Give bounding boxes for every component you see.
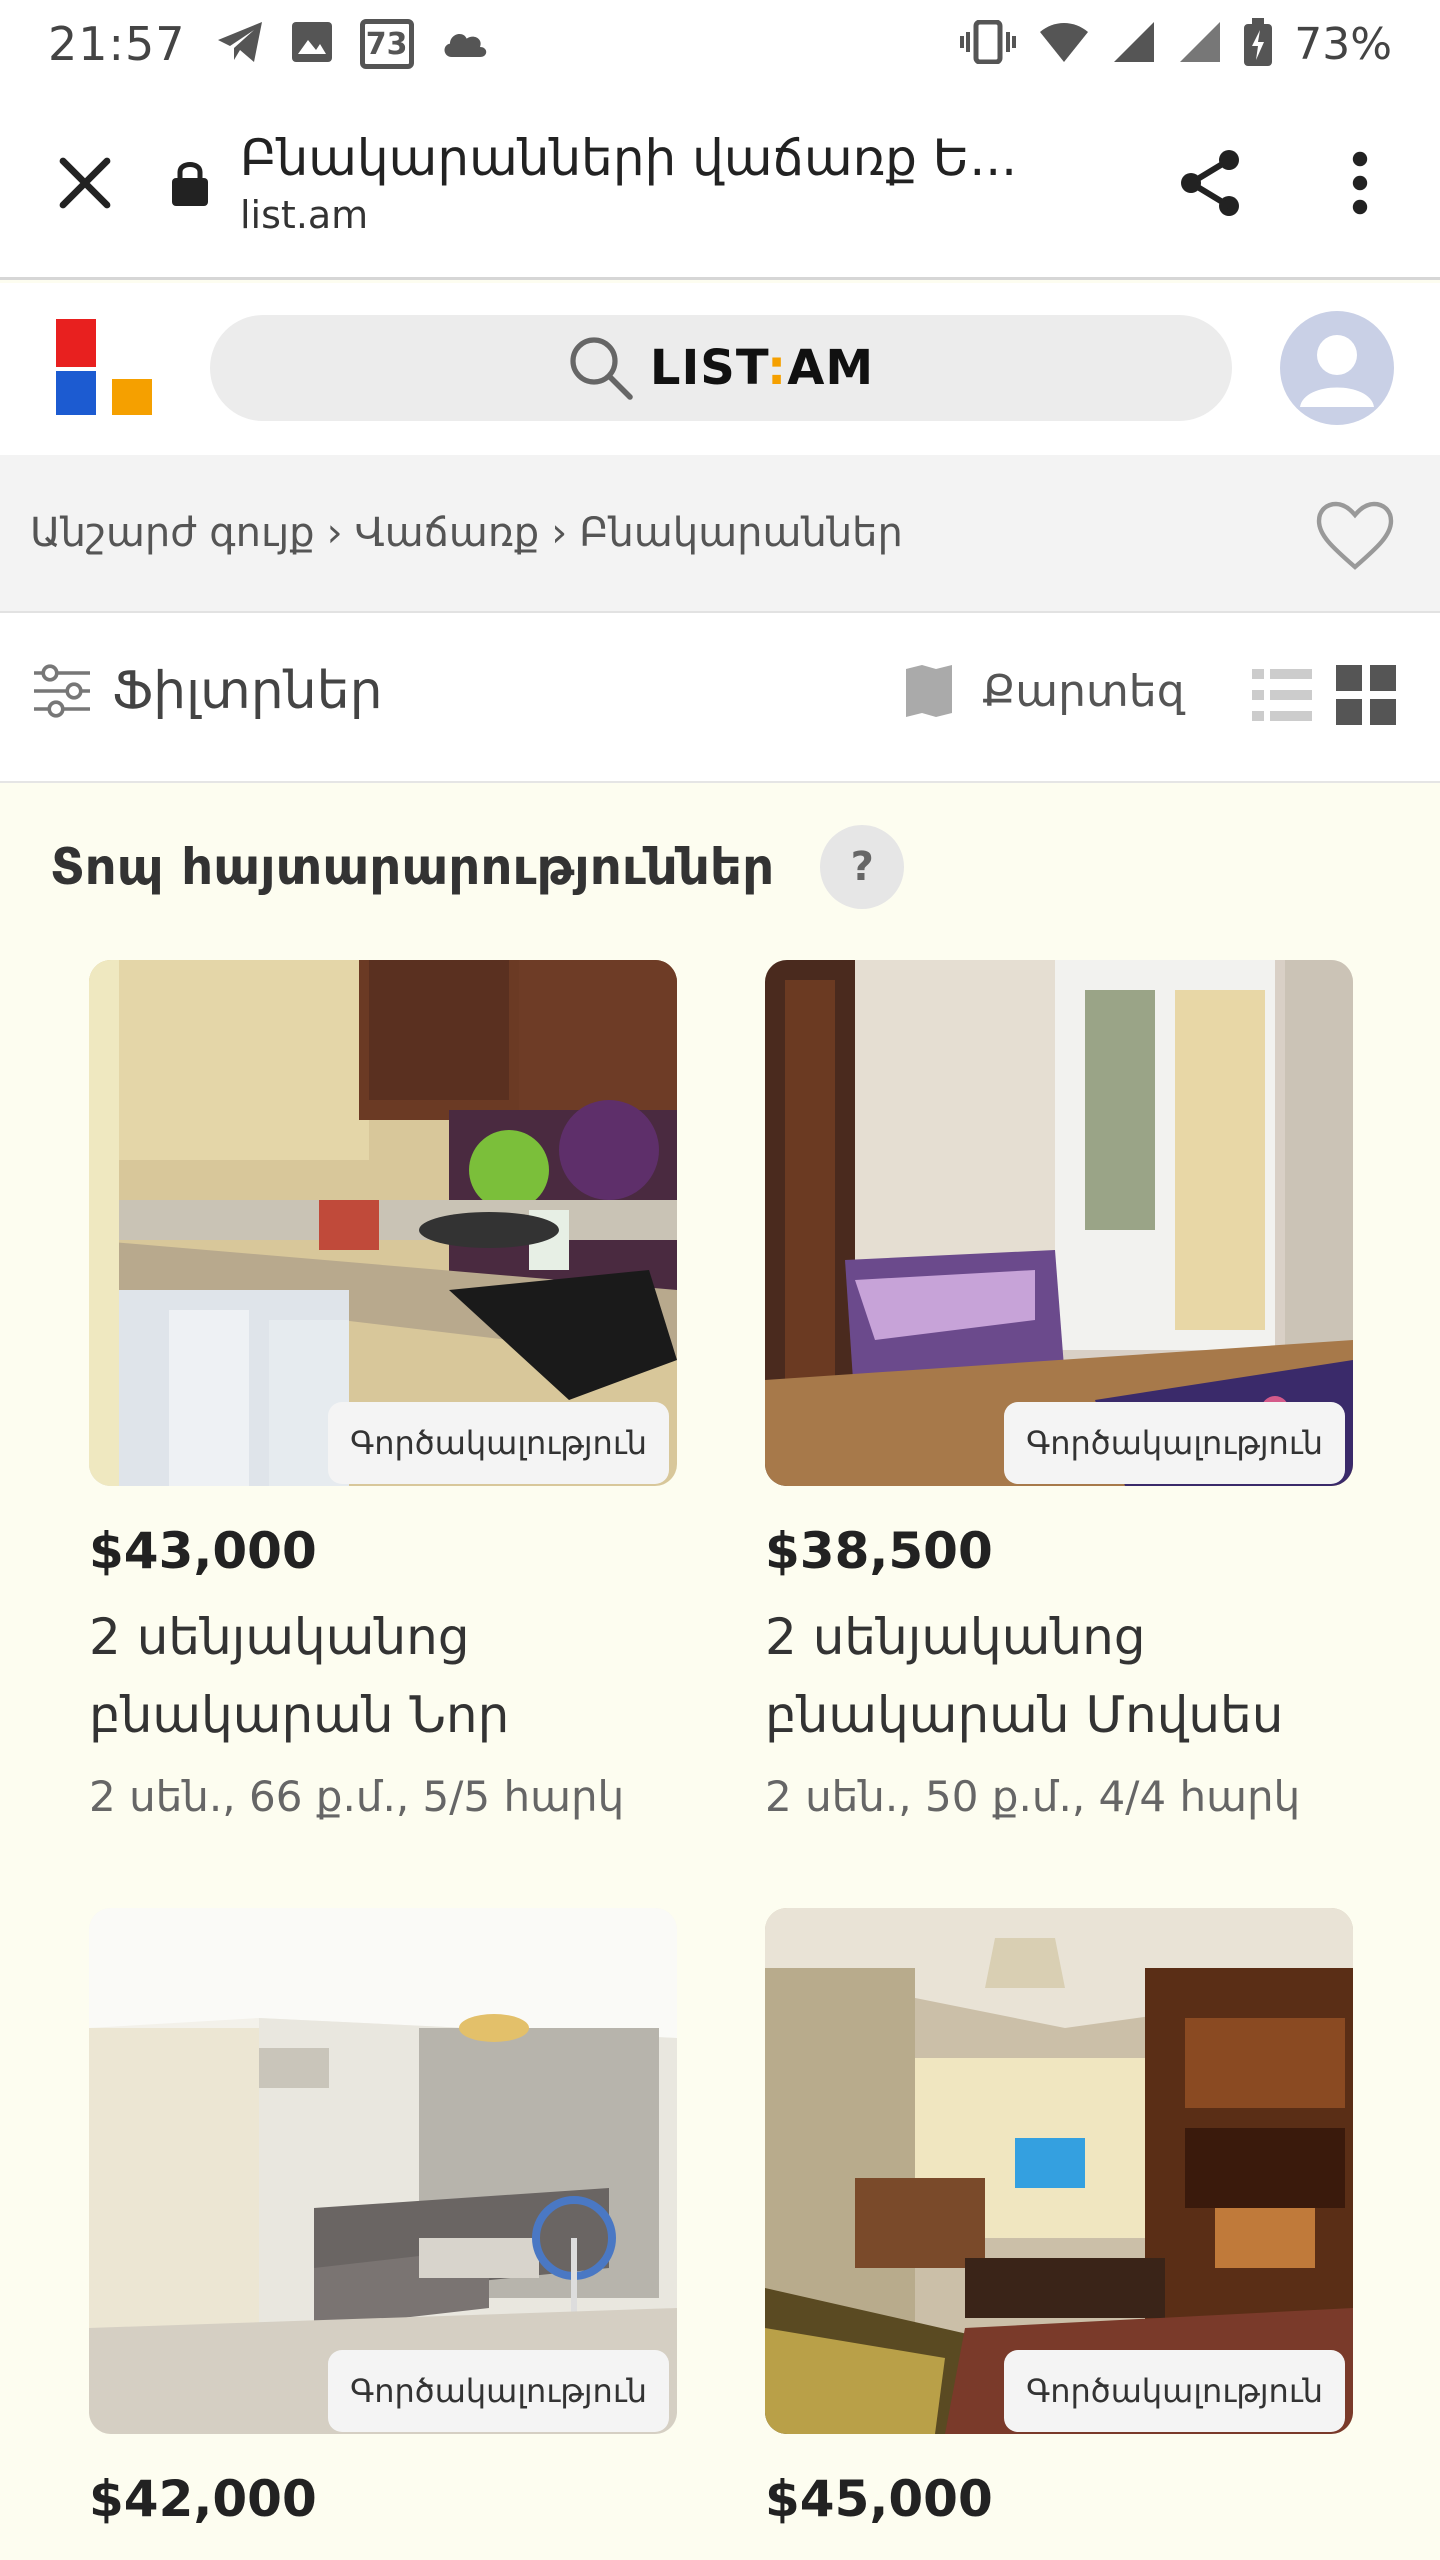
signal-icon xyxy=(1178,20,1222,68)
listing-photo[interactable]: Գործակալություն xyxy=(89,1908,677,2434)
browser-toolbar: Բնակարանների վաճառք Ե... list.am xyxy=(0,88,1440,280)
heart-icon xyxy=(1316,501,1394,570)
status-time: 21:57 xyxy=(48,17,186,71)
map-button[interactable]: Քարտեզ xyxy=(902,663,1185,719)
listing-photo[interactable]: Գործակալություն xyxy=(89,960,677,1486)
listing-meta: 2 սեն., 50 ք.մ., 4/4 հարկ xyxy=(765,1772,1301,1821)
search-brand: LIST:AM xyxy=(650,340,874,396)
breadcrumb-bar: Անշարժ գույք › Վաճառք › Բնակարաններ xyxy=(0,455,1440,613)
close-icon xyxy=(59,157,111,208)
top-listings-title: Տոպ հայտարարություններ xyxy=(50,838,775,896)
brand-am: AM xyxy=(787,340,875,396)
user-icon xyxy=(1300,335,1374,407)
agency-badge: Գործակալություն xyxy=(328,1402,669,1484)
brand-list: LIST xyxy=(649,340,767,396)
listing-price: $45,000 xyxy=(765,2470,993,2528)
breadcrumb: Անշարժ գույք › Վաճառք › Բնակարաններ xyxy=(30,510,903,556)
page-title: Բնակարանների վաճառք Ե... xyxy=(240,128,1018,187)
list-view-button[interactable] xyxy=(1252,665,1312,725)
filters-icon xyxy=(34,664,90,718)
breadcrumb-item[interactable]: Բնակարաններ xyxy=(579,510,903,556)
list-view-icon xyxy=(1252,669,1312,721)
lock-icon xyxy=(160,133,220,233)
breadcrumb-separator: › xyxy=(551,510,568,556)
brand-colon: : xyxy=(767,340,788,396)
listing-meta: 2 սեն., 66 ք.մ., 5/5 հարկ xyxy=(89,1772,625,1821)
favorite-button[interactable] xyxy=(1310,491,1400,581)
listing-card[interactable]: Գործակալություն $42,000 xyxy=(89,1908,677,2528)
breadcrumb-separator: › xyxy=(326,510,343,556)
map-label: Քարտեզ xyxy=(982,665,1185,717)
site-header: LIST:AM xyxy=(0,283,1440,455)
agency-badge: Գործակալություն xyxy=(1004,1402,1345,1484)
listing-card[interactable]: Գործակալություն $43,000 2 սենյականոց բնա… xyxy=(89,960,677,1821)
badge-73-icon: 73 xyxy=(359,19,414,69)
listing-price: $38,500 xyxy=(765,1522,993,1580)
breadcrumb-item[interactable]: Անշարժ գույք xyxy=(30,510,315,556)
filters-bar: Ֆիլտրներ Քարտեզ xyxy=(0,613,1440,783)
share-icon xyxy=(1181,150,1239,216)
filters-label: Ֆիլտրներ xyxy=(112,661,383,721)
user-avatar[interactable] xyxy=(1280,311,1394,425)
listing-card[interactable]: Գործակալություն $38,500 2 սենյականոց բնա… xyxy=(765,960,1353,1821)
map-icon xyxy=(906,665,952,717)
more-vert-icon xyxy=(1352,151,1368,215)
status-bar: 21:57 73 73% xyxy=(0,0,1440,88)
grid-view-icon xyxy=(1336,665,1396,725)
listing-price: $43,000 xyxy=(89,1522,317,1580)
close-tab-button[interactable] xyxy=(0,87,170,279)
listing-photo[interactable]: Գործակալություն xyxy=(765,960,1353,1486)
vibrate-icon xyxy=(960,19,1017,68)
url-block[interactable]: Բնակարանների վաճառք Ե... list.am xyxy=(240,129,1060,237)
grid-view-button[interactable] xyxy=(1336,665,1396,725)
cloud-icon xyxy=(440,25,490,63)
top-listings-header: Տոպ հայտարարություններ ? xyxy=(50,825,905,909)
list-am-logo[interactable] xyxy=(54,319,154,419)
breadcrumb-item[interactable]: Վաճառք xyxy=(355,510,540,556)
listing-card[interactable]: Գործակալություն $45,000 xyxy=(765,1908,1353,2528)
help-button[interactable]: ? xyxy=(820,825,905,909)
listing-photo[interactable]: Գործակալություն xyxy=(765,1908,1353,2434)
battery-percent: 73% xyxy=(1294,18,1392,70)
listing-title[interactable]: 2 սենյականոց բնակարան Նոր xyxy=(89,1598,649,1754)
agency-badge: Գործակալություն xyxy=(328,2350,669,2432)
wifi-icon xyxy=(1038,20,1090,68)
agency-badge: Գործակալություն xyxy=(1004,2350,1345,2432)
notification-icons: 73 xyxy=(216,19,490,69)
system-icons: 73% xyxy=(960,18,1392,70)
telegram-icon xyxy=(216,20,264,68)
search-bar[interactable]: LIST:AM xyxy=(210,315,1232,421)
listing-title[interactable]: 2 սենյականոց բնակարան Մովսես xyxy=(765,1598,1325,1754)
share-button[interactable] xyxy=(1165,138,1255,228)
filters-button[interactable]: Ֆիլտրներ xyxy=(32,661,383,721)
signal-icon xyxy=(1112,20,1156,68)
page-domain: list.am xyxy=(240,192,369,237)
battery-icon xyxy=(1244,18,1273,70)
search-icon xyxy=(570,337,633,400)
browser-menu-button[interactable] xyxy=(1320,138,1400,228)
image-icon xyxy=(290,20,334,68)
listing-price: $42,000 xyxy=(89,2470,317,2528)
